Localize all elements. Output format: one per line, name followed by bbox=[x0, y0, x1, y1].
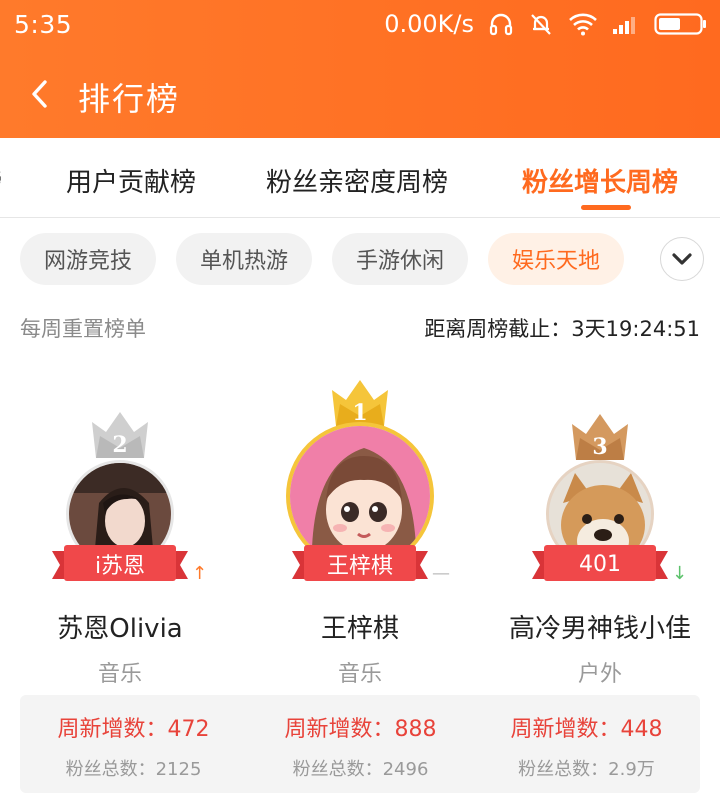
expand-categories-button[interactable] bbox=[660, 237, 704, 281]
trend-flat-icon: — bbox=[432, 563, 450, 584]
chip-online-games[interactable]: 网游竞技 bbox=[20, 233, 156, 285]
total-fans: 粉丝总数：2.9万 bbox=[518, 759, 655, 780]
title-bar: 排行榜 bbox=[0, 60, 720, 130]
wifi-icon bbox=[568, 12, 598, 36]
ribbon-label: 401 bbox=[579, 551, 621, 577]
stats-rank-2: 周新增数：472 粉丝总数：2125 bbox=[20, 695, 247, 793]
app-header: 5:35 0.00K/s 排行榜 bbox=[0, 0, 720, 138]
rank-number: 2 bbox=[112, 432, 127, 458]
stats-panel: 周新增数：472 粉丝总数：2125 周新增数：888 粉丝总数：2496 周新… bbox=[20, 695, 700, 793]
trend-up-icon: ↑ bbox=[192, 563, 208, 584]
streamer-name[interactable]: 高冷男神钱小佳 bbox=[480, 608, 720, 645]
battery-icon bbox=[654, 12, 708, 36]
headphones-icon bbox=[488, 11, 514, 37]
category-chips: 网游竞技 单机热游 手游休闲 娱乐天地 bbox=[0, 233, 720, 289]
status-icons: 0.00K/s bbox=[384, 8, 708, 40]
ribbon-label: 王梓棋 bbox=[326, 554, 393, 579]
signal-icon bbox=[612, 13, 640, 35]
net-speed: 0.00K/s bbox=[384, 10, 474, 38]
chevron-down-icon bbox=[672, 253, 692, 265]
tab-active-indicator bbox=[581, 205, 631, 210]
streamer-category: 户外 bbox=[577, 662, 622, 687]
ribbon-label: i苏恩 bbox=[94, 554, 146, 579]
stats-rank-3: 周新增数：448 粉丝总数：2.9万 bbox=[473, 695, 700, 793]
chevron-left-icon bbox=[32, 80, 47, 108]
tab-fan-growth-weekly[interactable]: 粉丝增长周榜 bbox=[522, 162, 678, 199]
podium-card-rank-1[interactable]: 1 王梓棋 — 王梓棋 音乐 bbox=[240, 370, 480, 690]
info-row: 每周重置榜单 距离周榜截止：3天19:24:51 bbox=[20, 313, 700, 343]
podium-card-rank-3[interactable]: 3 401 ↓ 高冷男神钱小佳 户外 bbox=[480, 370, 720, 690]
weekly-new-count: 周新增数：472 bbox=[57, 717, 210, 742]
reset-note: 每周重置榜单 bbox=[20, 317, 146, 341]
stats-rank-1: 周新增数：888 粉丝总数：2496 bbox=[247, 695, 474, 793]
tab-partial[interactable]: 榜 bbox=[0, 162, 2, 199]
weekly-new-count: 周新增数：888 bbox=[284, 717, 437, 742]
chip-single-player[interactable]: 单机热游 bbox=[176, 233, 312, 285]
rank-ribbon: 王梓棋 bbox=[292, 543, 428, 585]
streamer-name[interactable]: 苏恩Olivia bbox=[0, 608, 240, 645]
status-bar: 5:35 0.00K/s bbox=[0, 0, 720, 50]
status-time: 5:35 bbox=[14, 10, 73, 39]
weekly-new-count: 周新增数：448 bbox=[510, 717, 663, 742]
total-fans: 粉丝总数：2496 bbox=[292, 759, 429, 780]
rank-ribbon: 401 bbox=[532, 543, 668, 585]
chip-mobile-casual[interactable]: 手游休闲 bbox=[332, 233, 468, 285]
rank-number: 3 bbox=[592, 434, 607, 460]
chip-entertainment[interactable]: 娱乐天地 bbox=[488, 233, 624, 285]
streamer-category: 音乐 bbox=[337, 662, 382, 687]
gold-crown-icon: 1 bbox=[332, 380, 388, 426]
back-button[interactable] bbox=[20, 74, 60, 114]
countdown: 距离周榜截止：3天19:24:51 bbox=[424, 317, 700, 341]
bronze-crown-icon: 3 bbox=[572, 414, 628, 460]
bell-muted-icon bbox=[528, 11, 554, 37]
total-fans: 粉丝总数：2125 bbox=[65, 759, 202, 780]
streamer-name[interactable]: 王梓棋 bbox=[240, 608, 480, 645]
podium-card-rank-2[interactable]: 2 i苏恩 ↑ 苏恩Olivia 音乐 bbox=[0, 370, 240, 690]
trend-down-icon: ↓ bbox=[672, 563, 688, 584]
tab-user-contribution[interactable]: 用户贡献榜 bbox=[66, 162, 196, 199]
silver-crown-icon: 2 bbox=[92, 412, 148, 458]
streamer-category: 音乐 bbox=[97, 662, 142, 687]
tab-fan-intimacy-weekly[interactable]: 粉丝亲密度周榜 bbox=[266, 162, 448, 199]
rank-ribbon: i苏恩 bbox=[52, 543, 188, 585]
page-title: 排行榜 bbox=[78, 80, 181, 118]
